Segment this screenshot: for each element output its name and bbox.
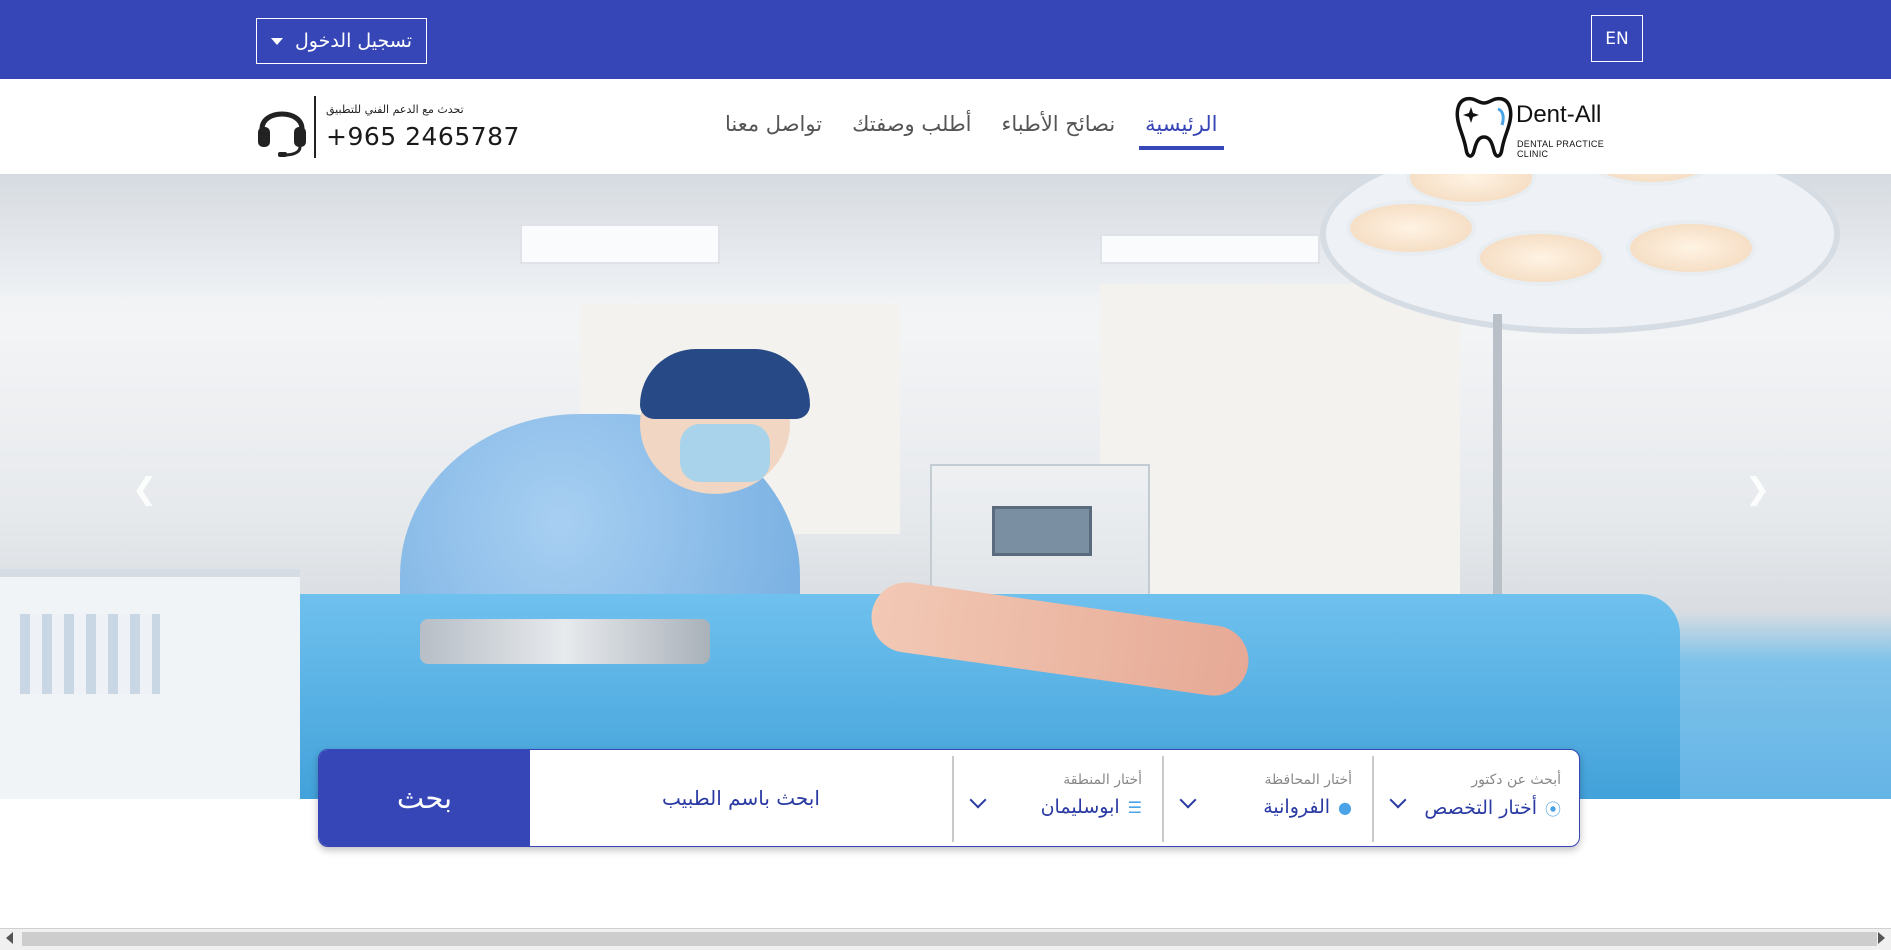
support-note: تحدث مع الدعم الفني للتطبيق bbox=[326, 103, 464, 116]
top-bar: تسجيل الدخول EN bbox=[0, 0, 1891, 79]
slider-next-arrow-icon[interactable]: ❯ bbox=[1745, 472, 1770, 507]
governorate-selected-value: الفروانية bbox=[1263, 796, 1331, 818]
governorate-select-value: ● الفروانية bbox=[1263, 796, 1352, 818]
headset-icon bbox=[258, 111, 306, 157]
scrollbar-thumb[interactable] bbox=[22, 932, 1877, 946]
nav-item-contact-us[interactable]: تواصل معنا bbox=[725, 112, 822, 146]
login-label: تسجيل الدخول bbox=[294, 30, 413, 52]
main-nav: الرئيسية نصائح الأطباء أطلب وصفتك تواصل … bbox=[725, 112, 1224, 150]
search-button[interactable]: بحث bbox=[319, 750, 530, 846]
support-phone-number[interactable]: +965 2465787 bbox=[326, 122, 520, 151]
area-selected-value: ابوسليمان bbox=[1040, 796, 1120, 818]
horizontal-scrollbar[interactable] bbox=[0, 928, 1891, 950]
support-contact: تحدث مع الدعم الفني للتطبيق +965 2465787 bbox=[256, 95, 520, 159]
chevron-down-icon bbox=[1389, 791, 1407, 809]
site-logo[interactable]: Dent-All DENTAL PRACTICE CLINIC bbox=[1454, 93, 1629, 163]
logo-subtitle: DENTAL PRACTICE CLINIC bbox=[1517, 139, 1605, 159]
governorate-select-label: أختار المحافظة bbox=[1264, 772, 1352, 788]
specialty-select-value: ⦿ أختار التخصص bbox=[1424, 796, 1561, 820]
stethoscope-icon: ⦿ bbox=[1544, 800, 1561, 819]
support-text: تحدث مع الدعم الفني للتطبيق +965 2465787 bbox=[326, 103, 520, 151]
area-select-label: أختار المنطقة bbox=[1063, 772, 1142, 788]
location-pin-icon: ● bbox=[1338, 797, 1352, 817]
chevron-down-icon bbox=[969, 791, 987, 809]
signpost-icon: ☰ bbox=[1127, 797, 1142, 817]
language-toggle-button[interactable]: EN bbox=[1591, 15, 1643, 62]
scroll-right-arrow-icon[interactable] bbox=[1878, 932, 1885, 944]
specialty-select-label: أبحث عن دكتور bbox=[1471, 772, 1561, 788]
specialty-select[interactable]: أبحث عن دكتور ⦿ أختار التخصص bbox=[1372, 756, 1579, 842]
login-dropdown-button[interactable]: تسجيل الدخول bbox=[256, 18, 427, 64]
nav-item-request-prescription[interactable]: أطلب وصفتك bbox=[852, 112, 971, 146]
caret-down-icon bbox=[270, 37, 283, 45]
governorate-select[interactable]: أختار المحافظة ● الفروانية bbox=[1162, 756, 1372, 842]
nav-item-home[interactable]: الرئيسية bbox=[1139, 112, 1224, 150]
chevron-down-icon bbox=[1179, 791, 1197, 809]
doctor-name-input[interactable] bbox=[530, 750, 952, 846]
doctor-search-bar: بحث أختار المنطقة ☰ ابوسليمان أختار المح… bbox=[318, 749, 1580, 847]
area-select-value: ☰ ابوسليمان bbox=[1041, 796, 1142, 818]
area-select[interactable]: أختار المنطقة ☰ ابوسليمان bbox=[952, 756, 1162, 842]
hero-slider: ❮ ❯ bbox=[0, 174, 1891, 799]
main-header: تحدث مع الدعم الفني للتطبيق +965 2465787… bbox=[0, 79, 1891, 174]
nav-item-doctor-tips[interactable]: نصائح الأطباء bbox=[1002, 112, 1116, 146]
logo-text: Dent-All bbox=[1516, 101, 1602, 128]
slider-prev-arrow-icon[interactable]: ❮ bbox=[132, 472, 157, 507]
divider bbox=[314, 96, 316, 158]
specialty-selected-value: أختار التخصص bbox=[1424, 797, 1537, 819]
scroll-left-arrow-icon[interactable] bbox=[6, 932, 13, 944]
tooth-logo-icon bbox=[1455, 96, 1513, 158]
